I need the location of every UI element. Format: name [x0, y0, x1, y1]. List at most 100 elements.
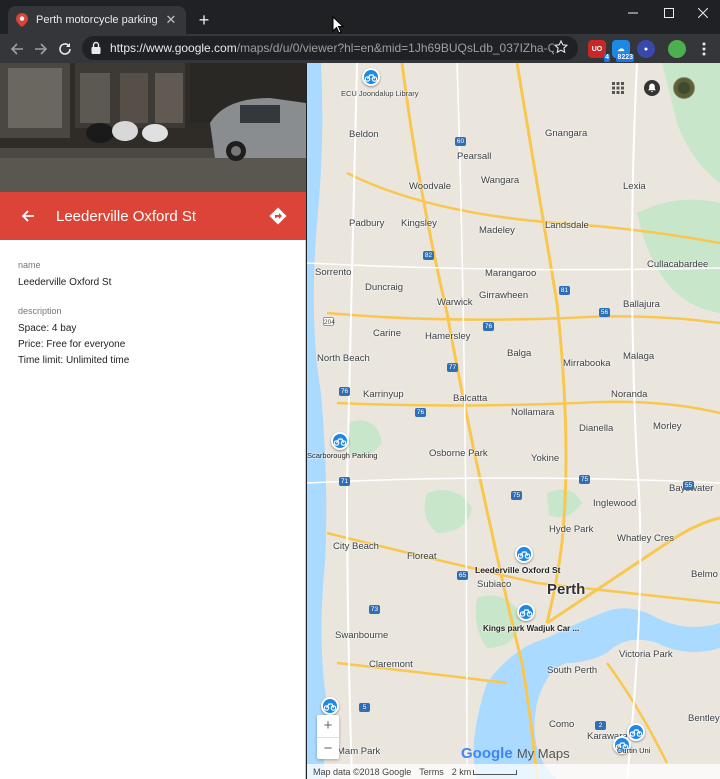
- map-label: City Beach: [333, 541, 379, 552]
- bookmark-star-icon[interactable]: [554, 40, 570, 56]
- map-label: Ballajura: [623, 299, 660, 310]
- extension-weather-icon[interactable]: ☁ 8223: [612, 40, 634, 62]
- route-shield: 56: [599, 308, 610, 317]
- map-label: Gnangara: [545, 128, 588, 139]
- map-label: Karrinyup: [363, 389, 404, 400]
- route-shield: 71: [339, 477, 350, 486]
- route-shield: 75: [579, 475, 590, 484]
- description-field: description Space: 4 bay Price: Free for…: [18, 306, 288, 369]
- map-label: Hyde Park: [549, 524, 594, 535]
- marker-label: Curtin Uni: [617, 746, 651, 755]
- maps-pin-icon: [16, 13, 28, 27]
- route-shield: 73: [369, 605, 380, 614]
- back-arrow-icon[interactable]: [6, 38, 28, 60]
- minimize-icon[interactable]: [614, 0, 652, 26]
- map-label: Floreat: [407, 551, 437, 562]
- route-shield: 76: [483, 322, 494, 331]
- account-avatar[interactable]: [673, 77, 695, 99]
- notifications-bell-icon[interactable]: [641, 77, 663, 99]
- map-label: North Beach: [317, 353, 370, 364]
- map-scale-label: 2 km: [451, 766, 472, 777]
- close-tab-icon[interactable]: ✕: [164, 13, 178, 27]
- marker-label: Scarborough Parking: [307, 451, 378, 460]
- lock-icon: [90, 41, 104, 55]
- route-shield: 81: [559, 286, 570, 295]
- marker-label: Kings park Wadjuk Car ...: [483, 624, 580, 633]
- parking-marker[interactable]: [362, 68, 380, 86]
- parking-marker[interactable]: [321, 697, 339, 715]
- map-label: Yokine: [531, 453, 560, 464]
- tab-title: Perth motorcycle parking - Goog: [36, 14, 158, 26]
- my-maps-label: My Maps: [516, 746, 570, 761]
- map-label: Osborne Park: [429, 448, 488, 459]
- map-label: Victoria Park: [619, 649, 673, 660]
- map-label: Wangara: [481, 175, 520, 186]
- zoom-in-button[interactable]: +: [317, 715, 339, 737]
- map-copyright: Map data ©2018 Google: [313, 766, 412, 777]
- name-field: name Leederville Oxford St: [18, 260, 288, 291]
- maximize-icon[interactable]: [650, 0, 688, 26]
- mouse-cursor-icon: [332, 16, 344, 34]
- place-fields: name Leederville Oxford St description S…: [18, 260, 288, 384]
- address-bar[interactable]: https://www.google.com/maps/d/u/0/viewer…: [82, 36, 578, 60]
- map-label: Madeley: [479, 225, 515, 236]
- reload-icon[interactable]: [54, 38, 76, 60]
- map-label: Inglewood: [593, 498, 637, 509]
- map-footer: Map data ©2018 Google Terms 2 km: [307, 764, 720, 779]
- map-label: Como: [549, 719, 575, 730]
- directions-icon[interactable]: [266, 204, 290, 228]
- map-label: Dianella: [579, 423, 614, 434]
- apps-grid-icon[interactable]: [607, 77, 629, 99]
- browser-toolbar: https://www.google.com/maps/d/u/0/viewer…: [0, 34, 720, 63]
- map-label: Girrawheen: [479, 290, 529, 301]
- map-label: Woodvale: [409, 181, 452, 192]
- back-arrow-icon[interactable]: [16, 204, 40, 228]
- map-label: Claremont: [369, 659, 413, 670]
- field-value: Leederville Oxford St: [18, 277, 112, 288]
- parking-marker[interactable]: [627, 723, 645, 741]
- url-host: https://www.google.com: [110, 41, 237, 55]
- route-shield: 2: [595, 721, 606, 730]
- field-label: description: [18, 306, 62, 316]
- place-details-panel: Leederville Oxford St name Leederville O…: [0, 63, 306, 779]
- chrome-menu-icon[interactable]: [693, 38, 715, 60]
- route-shield: 82: [423, 251, 434, 260]
- map-label: Subiaco: [477, 579, 512, 590]
- place-photo[interactable]: [0, 63, 306, 192]
- map-label: Swanbourne: [335, 630, 389, 641]
- parking-marker[interactable]: [517, 603, 535, 621]
- route-shield: 60: [455, 137, 466, 146]
- route-shield: 5: [359, 703, 370, 712]
- marker-label: ECU Joondalup Library: [341, 89, 419, 98]
- parking-marker[interactable]: [331, 432, 349, 450]
- map-label: South Perth: [547, 665, 598, 676]
- map-canvas[interactable]: Gnangara Pearsall Woodvale Wangara Beldo…: [307, 63, 720, 779]
- zoom-control: + −: [317, 715, 339, 759]
- marker-label: Leederville Oxford St: [475, 565, 561, 575]
- map-label: Sorrento: [315, 267, 352, 278]
- place-header-bar: Leederville Oxford St: [0, 192, 306, 240]
- route-shield: 204: [323, 317, 335, 326]
- forward-arrow-icon[interactable]: [30, 38, 52, 60]
- profile-avatar-icon[interactable]: [668, 40, 686, 58]
- city-label: Perth: [547, 581, 586, 598]
- url-path: /maps/d/u/0/viewer?hl=en&mid=1Jh69BUQsLd…: [236, 41, 554, 55]
- field-label: name: [18, 260, 41, 270]
- map-label: Lexia: [623, 181, 646, 192]
- map-label: Marangaroo: [485, 268, 537, 279]
- route-shield: 76: [415, 408, 426, 417]
- map-label: Belmo: [691, 569, 718, 580]
- browser-tab[interactable]: Perth motorcycle parking - Goog ✕: [8, 6, 186, 34]
- field-value: Price: Free for everyone: [18, 339, 126, 350]
- selected-parking-marker[interactable]: [515, 545, 533, 563]
- extension-globe-icon[interactable]: ●: [637, 40, 655, 58]
- zoom-out-button[interactable]: −: [317, 737, 339, 759]
- close-window-icon[interactable]: [684, 0, 720, 26]
- browser-window: Perth motorcycle parking - Goog ✕ + htt: [0, 0, 720, 779]
- scale-bar: [473, 769, 518, 775]
- map-label: Hamersley: [425, 331, 471, 342]
- new-tab-button[interactable]: +: [194, 10, 214, 30]
- route-shield: 65: [457, 571, 468, 580]
- terms-link[interactable]: Terms: [419, 767, 444, 777]
- extension-ublock-icon[interactable]: UO 4: [588, 40, 610, 62]
